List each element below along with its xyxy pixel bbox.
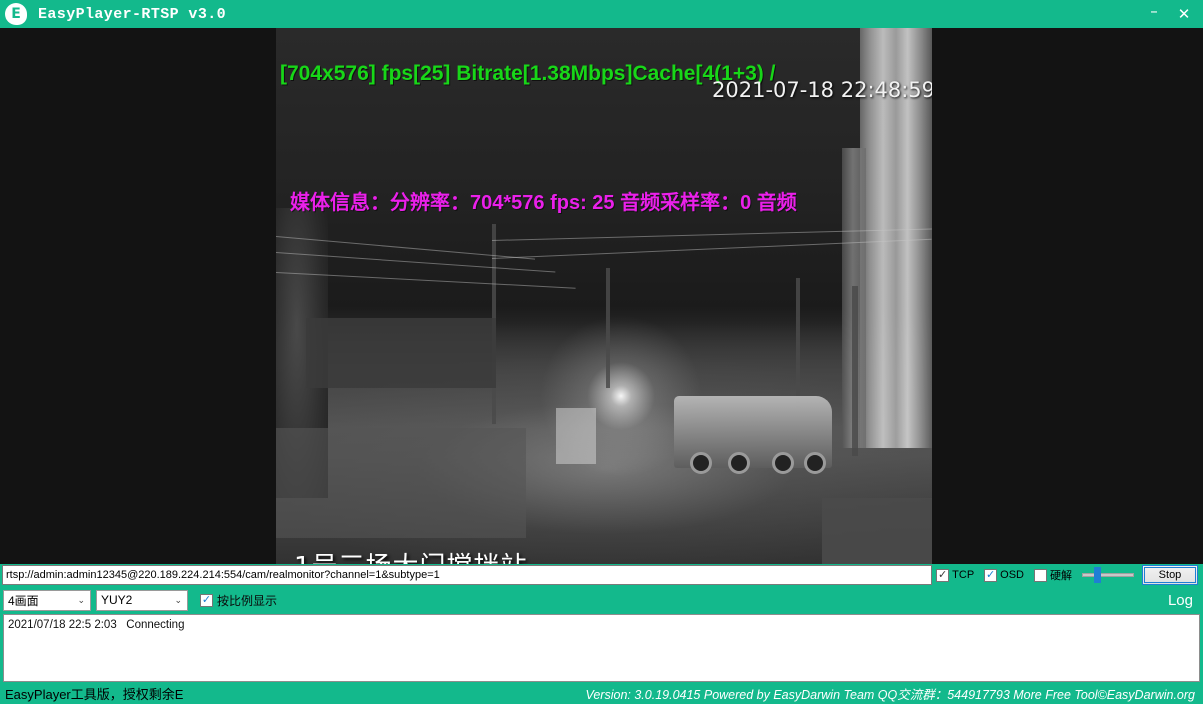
stop-button[interactable]: Stop — [1142, 565, 1198, 585]
osd-camera-label: 1号三场大门搅拌站 — [294, 546, 528, 564]
license-status-text: EasyPlayer工具版，授权剩余E — [5, 686, 184, 702]
aspect-ratio-checkbox-mark: ✓ — [200, 593, 213, 607]
video-frame[interactable]: [704x576] fps[25] Bitrate[1.38Mbps]Cache… — [276, 28, 932, 564]
window-title: EasyPlayer-RTSP v3.0 — [38, 5, 227, 23]
log-line: 2021/07/18 22:5 2:03 Connecting — [8, 619, 185, 631]
scene-wheel — [772, 452, 794, 474]
scene-pole — [796, 278, 800, 408]
video-display-area[interactable]: [704x576] fps[25] Bitrate[1.38Mbps]Cache… — [0, 28, 1203, 564]
aspect-ratio-checkbox[interactable]: ✓ 按比例显示 — [200, 592, 277, 609]
log-panel-title: Log — [1167, 591, 1193, 609]
log-panel[interactable]: 2021/07/18 22:5 2:03 Connecting — [3, 614, 1200, 682]
scene-building — [276, 428, 526, 538]
layout-select[interactable]: 4画面 ⌄ — [3, 589, 91, 611]
layout-select-value: 4画面 — [8, 593, 39, 608]
easyplayer-logo-icon: E — [5, 3, 27, 25]
logo-letter: E — [11, 5, 21, 22]
hardware-decode-checkbox-mark — [1034, 568, 1047, 582]
version-info-text: Version: 3.0.19.0415 Powered by EasyDarw… — [585, 687, 1195, 702]
pixel-format-select-value: YUY2 — [101, 593, 133, 607]
aspect-ratio-checkbox-label: 按比例显示 — [217, 593, 278, 608]
close-icon[interactable]: ✕ — [1169, 1, 1199, 27]
volume-slider-thumb[interactable] — [1094, 567, 1101, 583]
minimize-icon[interactable]: – — [1139, 1, 1169, 27]
tcp-checkbox[interactable]: ✓ TCP — [936, 568, 975, 582]
osd-media-info-text: 媒体信息：分辨率：704*576 fps: 25 音频采样率：0 音频 — [290, 192, 797, 214]
osd-checkbox-mark: ✓ — [984, 568, 998, 582]
osd-checkbox[interactable]: ✓ OSD — [984, 568, 1024, 582]
scene-wheel — [728, 452, 750, 474]
osd-timestamp-text: 2021-07-18 22:48:59 — [712, 78, 932, 102]
hardware-decode-checkbox-label: 硬解 — [1050, 570, 1072, 582]
easyplayer-window: E EasyPlayer-RTSP v3.0 – ✕ [704x576] fps… — [0, 0, 1203, 704]
osd-stats-text: [704x576] fps[25] Bitrate[1.38Mbps]Cache… — [280, 62, 776, 85]
osd-checkbox-label: OSD — [1000, 569, 1024, 581]
scene-building — [556, 408, 596, 464]
chevron-down-icon: ⌄ — [174, 594, 182, 605]
scene-pole — [606, 268, 610, 388]
options-toolbar: 4画面 ⌄ YUY2 ⌄ ✓ 按比例显示 Log — [0, 586, 1203, 614]
pixel-format-select[interactable]: YUY2 ⌄ — [96, 589, 188, 611]
volume-slider-track — [1082, 573, 1134, 577]
status-bar: EasyPlayer工具版，授权剩余E Version: 3.0.19.0415… — [0, 682, 1203, 704]
chevron-down-icon: ⌄ — [77, 594, 85, 605]
scene-wheel — [690, 452, 712, 474]
scene-pole — [852, 286, 858, 456]
scene-building — [822, 498, 932, 564]
hardware-decode-checkbox[interactable]: 硬解 — [1034, 567, 1072, 583]
rtsp-url-input[interactable]: rtsp://admin:admin12345@220.189.224.214:… — [2, 565, 933, 585]
scene-wheel — [804, 452, 826, 474]
window-controls: – ✕ — [1139, 0, 1203, 28]
url-toolbar: rtsp://admin:admin12345@220.189.224.214:… — [0, 564, 1203, 586]
volume-slider[interactable] — [1082, 566, 1134, 584]
title-bar: E EasyPlayer-RTSP v3.0 – ✕ — [0, 0, 1203, 28]
tcp-checkbox-mark: ✓ — [936, 568, 950, 582]
tcp-checkbox-label: TCP — [952, 569, 975, 581]
scene-building — [306, 318, 496, 388]
